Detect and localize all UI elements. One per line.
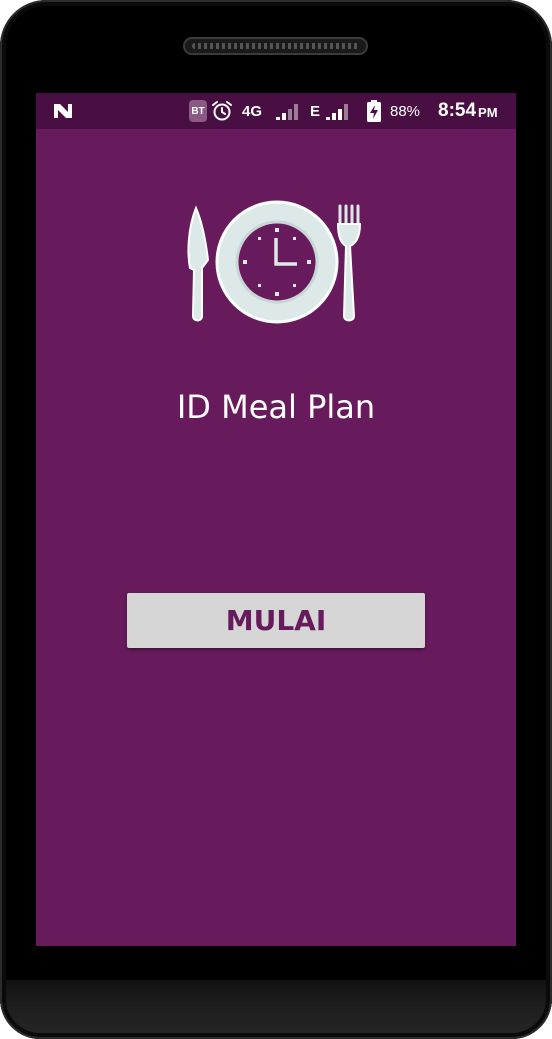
- phone-frame: BT 4G E 88% 8:54 PM ID Meal Plan MULAI: [0, 0, 552, 1039]
- bt-badge-icon: BT: [189, 93, 207, 129]
- status-clock: 8:54 PM: [438, 93, 498, 129]
- earpiece-speaker: [183, 37, 368, 55]
- n-logo-icon: [52, 93, 74, 129]
- signal-strength-icon-2: [326, 93, 352, 129]
- start-button[interactable]: MULAI: [127, 593, 425, 648]
- bt-badge-text: BT: [191, 105, 205, 117]
- clock-time: 8:54: [438, 100, 477, 121]
- clock-ampm: PM: [478, 105, 498, 120]
- battery-percent: 88%: [390, 102, 421, 120]
- app-title: ID Meal Plan: [176, 388, 376, 426]
- alarm-clock-icon: [211, 93, 233, 129]
- plate-clock-cutlery-icon: [184, 198, 368, 328]
- network-4g-label: 4G: [242, 102, 263, 120]
- app-screen: BT 4G E 88% 8:54 PM ID Meal Plan MULAI: [36, 93, 516, 946]
- network-e-label: E: [310, 102, 321, 120]
- signal-strength-icon: [276, 93, 302, 129]
- status-bar: BT 4G E 88% 8:54 PM: [36, 93, 516, 129]
- battery-charging-icon: [367, 93, 381, 129]
- phone-chin: [0, 980, 552, 1039]
